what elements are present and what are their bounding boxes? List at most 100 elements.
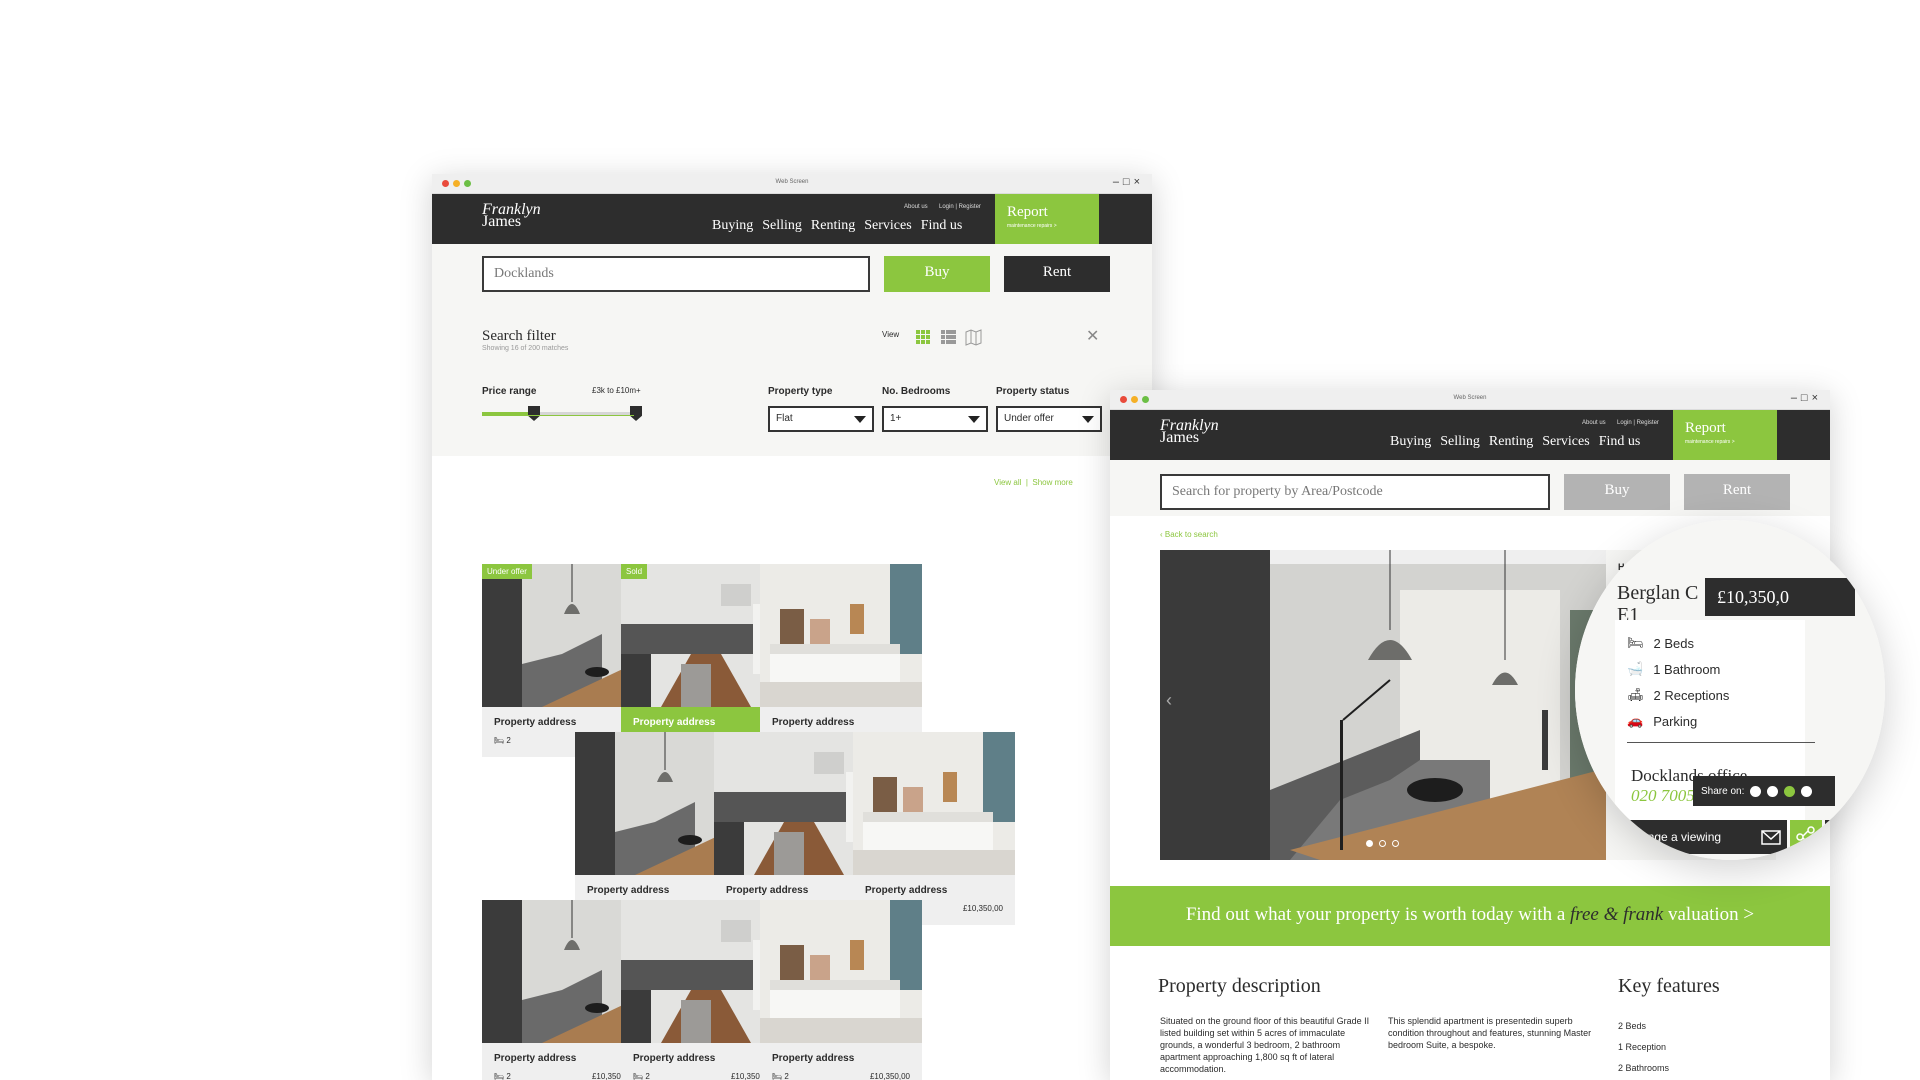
price-range-label: Price range xyxy=(482,386,537,397)
property-type-select[interactable]: Flat xyxy=(768,406,874,432)
about-link[interactable]: About us xyxy=(904,204,928,210)
office-phone[interactable]: 020 7005 xyxy=(1631,786,1695,806)
property-photo[interactable] xyxy=(853,732,1015,875)
email-button[interactable] xyxy=(1755,820,1787,854)
bed-icon: 🛏 xyxy=(772,1072,783,1080)
property-card[interactable]: Property address 🛏 2 £10,350,00 xyxy=(760,900,922,1080)
property-address: Property address xyxy=(772,1053,855,1064)
sofa-icon: 🛋 xyxy=(1627,687,1644,702)
property-photo[interactable] xyxy=(714,732,876,875)
top-nav: Franklyn James About us Login | Register … xyxy=(1110,410,1830,460)
nav-selling[interactable]: Selling xyxy=(1440,434,1480,450)
facebook-icon[interactable] xyxy=(1767,785,1779,797)
property-photo[interactable] xyxy=(621,564,783,707)
show-more-link[interactable]: Show more xyxy=(1032,478,1072,487)
nav-services[interactable]: Services xyxy=(864,218,911,234)
window-titlebar: Web Screen –□× xyxy=(1110,390,1830,410)
top-nav: Franklyn James About us Login | Register … xyxy=(432,194,1152,244)
login-link[interactable]: Login | Register xyxy=(1617,420,1659,426)
report-button[interactable]: Report maintenance repairs > xyxy=(995,194,1099,244)
property-address: Property address xyxy=(587,885,670,896)
window-title: Web Screen xyxy=(1453,395,1487,401)
property-photo[interactable] xyxy=(621,900,783,1043)
status-label: Property status xyxy=(996,386,1070,397)
twitter-icon[interactable] xyxy=(1750,785,1762,797)
report-button[interactable]: Report maintenance repairs > xyxy=(1673,410,1777,460)
search-input[interactable]: Docklands xyxy=(482,256,870,292)
prev-photo-icon[interactable]: ‹ xyxy=(1166,690,1172,711)
bed-icon: 🛏 xyxy=(1627,635,1644,650)
email-share-icon[interactable] xyxy=(1801,785,1813,797)
description-col-2: This splendid apartment is presentedin s… xyxy=(1388,1016,1592,1050)
main-nav: Buying Selling Renting Services Find us xyxy=(1390,434,1640,450)
view-all-link[interactable]: View all | Show more xyxy=(994,478,1073,487)
nav-renting[interactable]: Renting xyxy=(1489,434,1533,450)
valuation-banner[interactable]: Find out what your property is worth tod… xyxy=(1110,886,1830,946)
nav-find-us[interactable]: Find us xyxy=(1599,434,1641,450)
property-photo[interactable]: › ‹ xyxy=(1160,550,1606,860)
nav-buying[interactable]: Buying xyxy=(712,218,753,234)
property-photo[interactable] xyxy=(760,564,922,707)
buy-button[interactable]: Buy xyxy=(1564,474,1670,510)
property-price: £10,350,00 xyxy=(962,904,1003,913)
status-select[interactable]: Under offer xyxy=(996,406,1102,432)
nav-find-us[interactable]: Find us xyxy=(921,218,963,234)
property-type-label: Property type xyxy=(768,386,833,397)
window-controls-icon[interactable]: –□× xyxy=(1113,176,1144,188)
beds-count: 🛏 2 xyxy=(494,736,511,745)
share-button[interactable] xyxy=(1790,820,1822,854)
nav-buying[interactable]: Buying xyxy=(1390,434,1431,450)
beds-count: 🛏 2 xyxy=(772,1072,789,1080)
property-card[interactable]: SoldProperty address🛏 2£10,350,00 xyxy=(621,564,783,757)
photo-pagination[interactable] xyxy=(1366,840,1399,847)
nav-services[interactable]: Services xyxy=(1542,434,1589,450)
property-card[interactable]: Property address🛏 2£10,350,00 xyxy=(760,564,922,757)
property-price: £10,350,00 xyxy=(869,1072,910,1080)
rent-button[interactable]: Rent xyxy=(1684,474,1790,510)
view-toggle[interactable] xyxy=(916,328,986,346)
buy-button[interactable]: Buy xyxy=(884,256,990,292)
close-filter-icon[interactable]: ✕ xyxy=(1086,326,1099,346)
property-card[interactable]: Property address🛏 2£10,350,00 xyxy=(853,732,1015,925)
search-input[interactable]: Search for property by Area/Postcode xyxy=(1160,474,1550,510)
property-card[interactable]: Property address🛏 2£10,350,00 xyxy=(482,900,644,1080)
property-card[interactable]: Property address🛏 2£10,350,00 xyxy=(714,732,876,925)
grid-view-icon xyxy=(916,330,930,344)
pinterest-icon[interactable] xyxy=(1784,785,1796,797)
property-photo[interactable] xyxy=(482,900,644,1043)
login-link[interactable]: Login | Register xyxy=(939,204,981,210)
property-photo[interactable] xyxy=(760,900,922,1043)
beds-count: 🛏 2 xyxy=(633,1072,650,1080)
price-min-handle[interactable] xyxy=(528,406,540,421)
kitchen-photo-image xyxy=(621,564,783,707)
property-address: Property address xyxy=(633,1053,716,1064)
brand-logo[interactable]: Franklyn James xyxy=(1160,418,1219,446)
nav-selling[interactable]: Selling xyxy=(762,218,802,234)
zoom-price: £10,350,0 xyxy=(1705,578,1855,616)
bed-icon: 🛏 xyxy=(633,1072,644,1080)
price-max-handle[interactable] xyxy=(630,406,642,421)
window-controls-icon[interactable]: –□× xyxy=(1791,392,1822,404)
envelope-icon xyxy=(1761,830,1781,845)
kitchen-photo-image xyxy=(621,900,783,1043)
bath-icon: 🛁 xyxy=(1627,661,1644,676)
property-card[interactable]: Under offerProperty address🛏 2£10,350,00 xyxy=(482,564,644,757)
property-card[interactable]: Property address🛏 2£10,350,00 xyxy=(575,732,737,925)
property-photo[interactable] xyxy=(575,732,737,875)
arrange-viewing-button[interactable]: Arrange a viewing xyxy=(1615,820,1755,854)
property-card[interactable]: Property address🛏 2£10,350,00 xyxy=(621,900,783,1080)
property-address: Property address xyxy=(865,885,948,896)
back-to-search-link[interactable]: ‹ Back to search xyxy=(1160,530,1218,539)
nav-renting[interactable]: Renting xyxy=(811,218,855,234)
bedrooms-label: No. Bedrooms xyxy=(882,386,951,397)
description-heading: Property description xyxy=(1158,975,1321,997)
brand-logo[interactable]: Franklyn James xyxy=(482,202,541,230)
key-feature-item: 2 Beds xyxy=(1618,1021,1647,1031)
main-nav: Buying Selling Renting Services Find us xyxy=(712,218,962,234)
about-link[interactable]: About us xyxy=(1582,420,1606,426)
attach-button[interactable] xyxy=(1825,820,1857,854)
property-photo[interactable] xyxy=(482,564,644,707)
bedrooms-select[interactable]: 1+ xyxy=(882,406,988,432)
status-badge: Under offer xyxy=(482,564,532,579)
rent-button[interactable]: Rent xyxy=(1004,256,1110,292)
